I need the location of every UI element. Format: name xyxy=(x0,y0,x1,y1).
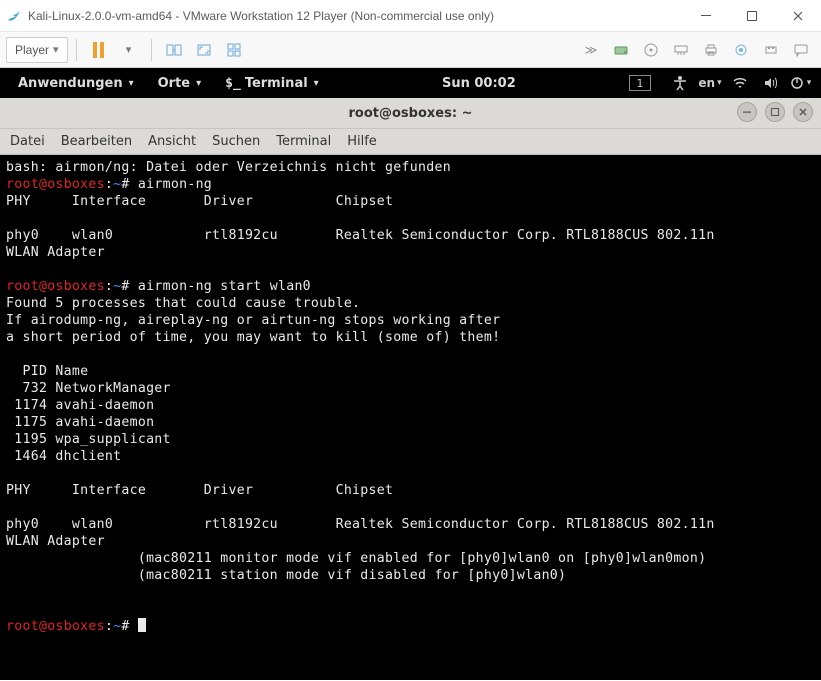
output-line: PHY Interface Driver Chipset xyxy=(6,483,393,498)
menu-view[interactable]: Ansicht xyxy=(148,134,196,149)
player-menu-button[interactable]: Player ▾ xyxy=(6,37,68,63)
output-line: 1195 wpa_supplicant xyxy=(6,432,171,447)
menu-search[interactable]: Suchen xyxy=(212,134,260,149)
output-line: a short period of time, you may want to … xyxy=(6,330,500,345)
network-adapter-icon[interactable] xyxy=(667,37,695,63)
terminal-prompt-icon: $_ xyxy=(225,76,241,91)
menu-help[interactable]: Hilfe xyxy=(347,134,377,149)
prompt-user: root xyxy=(6,177,39,192)
toolbar-divider xyxy=(151,39,152,61)
terminal-cursor xyxy=(138,618,146,632)
chevron-down-icon: ▾ xyxy=(196,78,201,89)
output-line: 1175 avahi-daemon xyxy=(6,415,154,430)
output-line: 1174 avahi-daemon xyxy=(6,398,154,413)
chevron-down-icon: ▾ xyxy=(717,78,722,88)
output-line: If airodump-ng, aireplay-ng or airtun-ng… xyxy=(6,313,500,328)
chevron-down-icon: ▾ xyxy=(126,43,132,56)
close-button[interactable] xyxy=(775,0,821,31)
output-line: phy0 wlan0 rtl8192cu Realtek Semiconduct… xyxy=(6,517,715,532)
terminal-menubar: Datei Bearbeiten Ansicht Suchen Terminal… xyxy=(0,128,821,154)
accessibility-icon[interactable] xyxy=(667,75,693,91)
terminal-close-button[interactable] xyxy=(793,102,813,122)
output-line: (mac80211 station mode vif disabled for … xyxy=(6,568,566,583)
output-line: 732 NetworkManager xyxy=(6,381,171,396)
output-line: PID Name xyxy=(6,364,88,379)
command-text: airmon-ng start wlan0 xyxy=(130,279,311,294)
send-ctrl-alt-del-button[interactable] xyxy=(160,37,188,63)
chevron-down-icon: ▾ xyxy=(807,78,812,88)
output-line: phy0 wlan0 rtl8192cu Realtek Semiconduct… xyxy=(6,228,715,243)
usb-icon[interactable] xyxy=(757,37,785,63)
prompt-user: root xyxy=(6,619,39,634)
applications-menu[interactable]: Anwendungen▾ xyxy=(8,68,144,98)
terminal-app-menu[interactable]: $_ Terminal▾ xyxy=(215,68,329,98)
workspace-indicator[interactable]: 1 xyxy=(629,75,651,91)
menu-file[interactable]: Datei xyxy=(10,134,45,149)
output-line: WLAN Adapter xyxy=(6,534,105,549)
kali-dragon-icon xyxy=(6,8,22,24)
command-text: airmon-ng xyxy=(130,177,212,192)
places-menu[interactable]: Orte▾ xyxy=(148,68,212,98)
pause-button[interactable] xyxy=(85,37,113,63)
toolbar-divider xyxy=(76,39,77,61)
message-icon[interactable] xyxy=(787,37,815,63)
prompt-host: osboxes xyxy=(47,177,105,192)
terminal-output[interactable]: bash: airmon/ng: Datei oder Verzeichnis … xyxy=(0,155,821,680)
prompt-host: osboxes xyxy=(47,619,105,634)
fullscreen-button[interactable] xyxy=(190,37,218,63)
volume-icon[interactable] xyxy=(757,75,783,91)
terminal-titlebar: root@osboxes: ~ xyxy=(0,98,821,128)
prompt-user: root xyxy=(6,279,39,294)
output-line: bash: airmon/ng: Datei oder Verzeichnis … xyxy=(6,160,451,175)
player-label: Player xyxy=(15,43,49,57)
window-controls xyxy=(683,0,821,31)
output-line: Found 5 processes that could cause troub… xyxy=(6,296,360,311)
pause-icon xyxy=(93,42,104,58)
terminal-maximize-button[interactable] xyxy=(765,102,785,122)
pause-dropdown[interactable]: ▾ xyxy=(115,37,143,63)
devices-dropdown[interactable]: ≫ xyxy=(577,37,605,63)
printer-icon[interactable] xyxy=(697,37,725,63)
window-title: Kali-Linux-2.0.0-vm-amd64 - VMware Works… xyxy=(28,9,683,23)
chevron-down-icon: ▾ xyxy=(129,78,134,89)
terminal-minimize-button[interactable] xyxy=(737,102,757,122)
maximize-button[interactable] xyxy=(729,0,775,31)
menu-terminal[interactable]: Terminal xyxy=(276,134,331,149)
output-line: WLAN Adapter xyxy=(6,245,105,260)
output-line: PHY Interface Driver Chipset xyxy=(6,194,393,209)
cd-drive-icon[interactable] xyxy=(637,37,665,63)
terminal-window-chrome: root@osboxes: ~ Datei Bearbeiten Ansicht… xyxy=(0,98,821,155)
power-icon[interactable]: ▾ xyxy=(787,75,813,91)
sound-icon[interactable] xyxy=(727,37,755,63)
unity-button[interactable] xyxy=(220,37,248,63)
clock[interactable]: Sun 00:02 xyxy=(424,76,534,91)
chevron-down-icon: ▾ xyxy=(314,78,319,89)
hard-disk-icon[interactable] xyxy=(607,37,635,63)
menu-edit[interactable]: Bearbeiten xyxy=(61,134,132,149)
chevron-down-icon: ▾ xyxy=(53,43,59,56)
wifi-icon[interactable] xyxy=(727,75,753,91)
output-line: (mac80211 monitor mode vif enabled for [… xyxy=(6,551,706,566)
terminal-title: root@osboxes: ~ xyxy=(349,106,473,121)
prompt-host: osboxes xyxy=(47,279,105,294)
minimize-button[interactable] xyxy=(683,0,729,31)
language-indicator[interactable]: en▾ xyxy=(697,76,723,90)
output-line: 1464 dhclient xyxy=(6,449,121,464)
kali-top-bar: Anwendungen▾ Orte▾ $_ Terminal▾ Sun 00:0… xyxy=(0,68,821,98)
vmware-toolbar: Player ▾ ▾ ≫ xyxy=(0,32,821,68)
windows-titlebar: Kali-Linux-2.0.0-vm-amd64 - VMware Works… xyxy=(0,0,821,32)
